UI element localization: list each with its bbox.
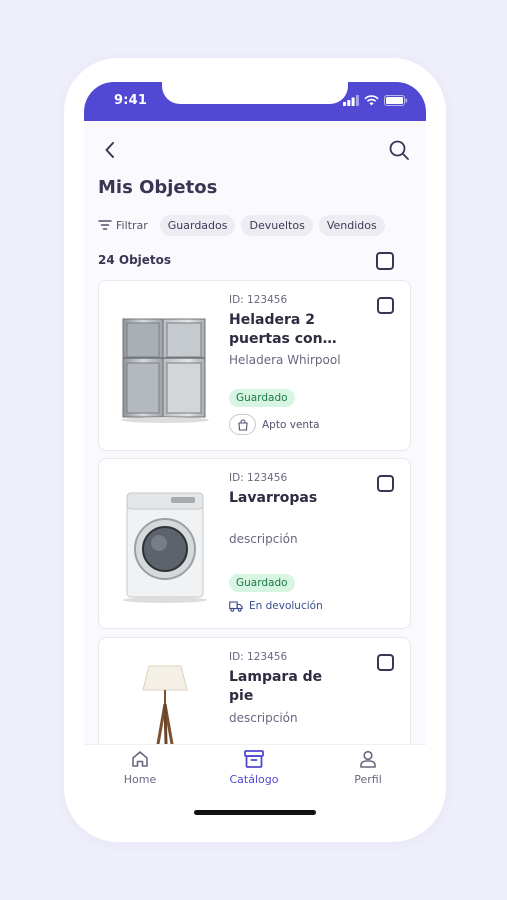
refrigerator-image: [121, 318, 209, 423]
item-meta-label: Apto venta: [262, 418, 320, 431]
status-time: 9:41: [114, 93, 148, 108]
truck-icon: [229, 600, 243, 612]
home-icon: [132, 751, 148, 767]
back-button[interactable]: [100, 140, 120, 160]
search-icon: [389, 140, 409, 160]
item-meta-label: En devolución: [249, 600, 323, 612]
list-item[interactable]: ID: 123456 Lavarropas descripción Guarda…: [98, 458, 411, 629]
item-description: Heladera Whirpool: [229, 353, 341, 367]
select-all-checkbox[interactable]: [376, 252, 394, 270]
item-meta: Apto venta: [229, 414, 320, 435]
app-screen: 9:41 Mis Objetos Filtrar Guardados Devue…: [84, 82, 426, 824]
washing-machine-image: [123, 492, 207, 603]
home-indicator: [194, 810, 316, 815]
filter-button[interactable]: Filtrar: [98, 214, 154, 236]
tab-catalogo[interactable]: Catálogo: [214, 749, 294, 786]
search-button[interactable]: [388, 139, 410, 161]
chip-guardados[interactable]: Guardados: [159, 214, 236, 236]
tab-perfil[interactable]: Perfil: [328, 749, 408, 786]
page-title: Mis Objetos: [98, 177, 218, 198]
filter-bar: Filtrar Guardados Devueltos Vendidos: [98, 214, 385, 236]
item-name: Lampara de pie: [229, 669, 323, 704]
items-count: 24 Objetos: [98, 253, 172, 267]
chip-vendidos[interactable]: Vendidos: [318, 214, 385, 236]
tab-home-label: Home: [123, 773, 157, 786]
item-checkbox[interactable]: [377, 297, 394, 314]
item-checkbox[interactable]: [377, 475, 394, 492]
list-item[interactable]: ID: 123456 Heladera 2 puertas con… Helad…: [98, 280, 411, 451]
item-id: ID: 123456: [229, 294, 288, 306]
item-description: descripción: [229, 711, 298, 725]
item-description: descripción: [229, 532, 298, 546]
shopping-bag-icon: [229, 414, 256, 435]
battery-icon: [384, 95, 408, 106]
tab-home[interactable]: Home: [100, 749, 180, 786]
item-id: ID: 123456: [229, 472, 288, 484]
item-meta: En devolución: [229, 600, 323, 612]
chevron-left-icon: [105, 142, 114, 158]
item-checkbox[interactable]: [377, 654, 394, 671]
item-id: ID: 123456: [229, 651, 288, 663]
archive-box-icon: [244, 750, 264, 768]
status-badge: Guardado: [229, 574, 295, 592]
status-icons: [343, 95, 408, 106]
user-icon: [360, 750, 376, 768]
tab-catalogo-label: Catálogo: [229, 773, 279, 786]
device-notch: [162, 82, 348, 104]
tab-perfil-label: Perfil: [354, 773, 382, 786]
filter-label: Filtrar: [116, 218, 148, 232]
status-badge: Guardado: [229, 389, 295, 407]
chip-devueltos[interactable]: Devueltos: [241, 214, 313, 236]
item-name: Lavarropas: [229, 490, 318, 506]
wifi-icon: [364, 95, 379, 106]
cellular-signal-icon: [343, 95, 359, 106]
item-name: Heladera 2 puertas con…: [229, 312, 337, 347]
filter-icon: [98, 220, 112, 230]
